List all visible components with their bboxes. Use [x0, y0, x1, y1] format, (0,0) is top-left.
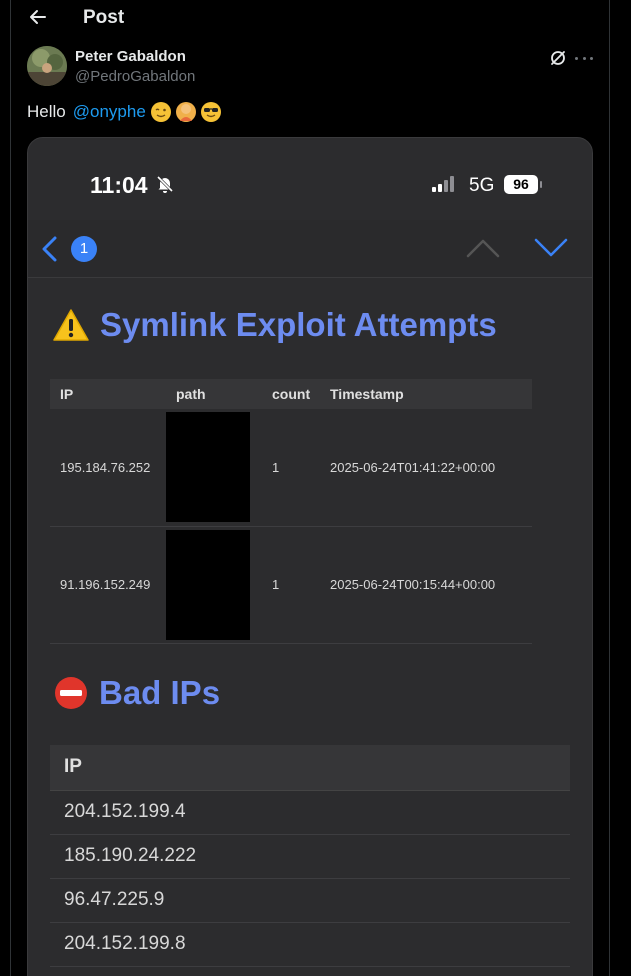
cell-ip: 185.190.24.222	[50, 834, 570, 879]
status-time: 11:04	[90, 172, 148, 198]
table-row: 204.152.199.8	[50, 922, 570, 967]
chevron-up-icon[interactable]	[466, 238, 500, 258]
table-row: 96.47.225.9	[50, 878, 570, 923]
bad-ips-section-title: Bad IPs	[99, 674, 221, 711]
cell-count: 1	[262, 526, 320, 644]
page-title: Post	[83, 7, 125, 28]
symlink-section-heading: Symlink Exploit Attempts	[52, 306, 497, 344]
cell-ip: 204.152.199.4	[50, 790, 570, 835]
bad-ips-section-heading: Bad IPs	[53, 674, 220, 712]
redaction-box	[166, 412, 250, 523]
redacted-path-cell	[166, 526, 262, 644]
cell-timestamp: 2025-06-24T01:41:22+00:00	[320, 409, 532, 527]
author-handle[interactable]: @PedroGabaldon	[75, 68, 195, 85]
table-row: 185.190.24.222	[50, 834, 570, 879]
bad-ips-table: IP 204.152.199.4 185.190.24.222 96.47.22…	[50, 745, 570, 967]
table-row: 204.152.199.4	[50, 790, 570, 835]
redacted-path-cell	[166, 409, 262, 527]
network-type: 5G	[469, 175, 495, 196]
column-header-timestamp: Timestamp	[320, 379, 532, 409]
bell-muted-icon	[155, 174, 175, 194]
woman-gesturing-emoji-icon	[175, 102, 196, 122]
tweet-greeting: Hello	[27, 102, 66, 121]
mention-link[interactable]: @onyphe	[73, 102, 146, 122]
chevron-down-icon[interactable]	[534, 238, 568, 258]
battery-indicator: 96	[504, 175, 542, 194]
author-name[interactable]: Peter Gabaldon	[75, 48, 186, 65]
symlink-section-title: Symlink Exploit Attempts	[100, 306, 497, 343]
table-row: 195.184.76.252 1 2025-06-24T01:41:22+00:…	[50, 409, 532, 527]
unread-badge: 1	[71, 236, 97, 262]
avatar[interactable]	[27, 46, 67, 86]
column-header-ip: IP	[50, 379, 166, 409]
back-arrow-icon[interactable]	[28, 7, 48, 27]
cell-timestamp: 2025-06-24T00:15:44+00:00	[320, 526, 532, 644]
mail-nav-bar: 1	[28, 220, 592, 278]
redaction-box	[166, 529, 250, 640]
grok-icon[interactable]	[549, 49, 567, 67]
table-row: 91.196.152.249 1 2025-06-24T00:15:44+00:…	[50, 526, 532, 644]
sunglasses-face-emoji-icon	[200, 102, 221, 122]
signal-strength-icon	[432, 176, 454, 192]
attached-screenshot[interactable]: 11:04 5G 96 1 Symlink Exploit Attempts I…	[27, 137, 593, 976]
symlink-table: IP path count Timestamp 195.184.76.252 1…	[50, 379, 532, 644]
column-header-path: path	[166, 379, 262, 409]
chevron-left-icon[interactable]	[40, 236, 60, 262]
cell-ip: 96.47.225.9	[50, 878, 570, 923]
warning-icon	[53, 309, 89, 341]
cell-ip: 195.184.76.252	[50, 409, 166, 527]
cell-count: 1	[262, 409, 320, 527]
column-header-ip: IP	[50, 745, 570, 791]
no-entry-icon	[55, 677, 87, 709]
tweet-text: Hello @onyphe	[27, 102, 221, 122]
more-options-icon[interactable]	[575, 49, 593, 67]
cell-ip: 91.196.152.249	[50, 526, 166, 644]
winking-face-emoji-icon	[150, 102, 171, 122]
page-header: Post	[0, 0, 631, 38]
cell-ip: 204.152.199.8	[50, 922, 570, 967]
column-header-count: count	[262, 379, 320, 409]
